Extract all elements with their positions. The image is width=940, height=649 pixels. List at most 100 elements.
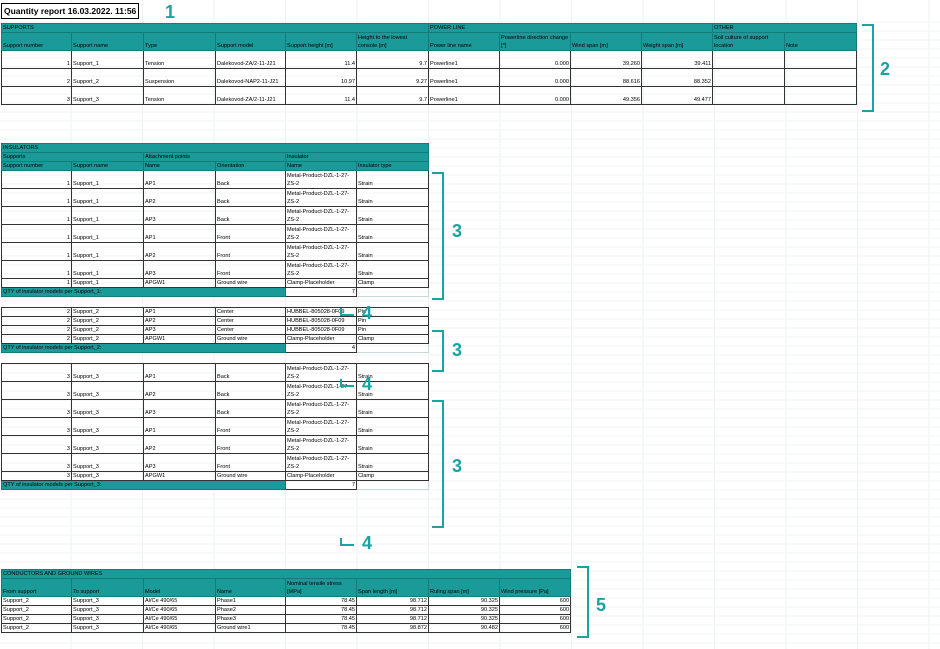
- table-cell[interactable]: 3: [1, 435, 72, 454]
- table-cell[interactable]: Clamp-Placeholder: [285, 471, 357, 481]
- table-cell[interactable]: Tension: [143, 50, 216, 69]
- table-cell[interactable]: Front: [215, 224, 286, 243]
- table-cell[interactable]: [784, 50, 858, 69]
- column-header[interactable]: Wind pressure [Pa]: [498, 578, 572, 597]
- table-cell[interactable]: 1: [1, 224, 72, 243]
- table-cell[interactable]: 3: [1, 417, 72, 436]
- table-row[interactable]: 3 Support_3 AP3 Back Metal-Product-DZL-1-27-…: [1, 399, 430, 418]
- table-row[interactable]: 3 Support_3 Tension Dalekovod-ZA/2-11-J21 11…: [1, 86, 858, 105]
- table-cell[interactable]: Support_1: [71, 50, 144, 69]
- table-cell[interactable]: Support_3: [71, 453, 144, 472]
- table-cell[interactable]: Strain: [355, 435, 430, 454]
- table-cell[interactable]: 90.325: [428, 605, 500, 615]
- table-cell[interactable]: Strain: [355, 417, 430, 436]
- column-header[interactable]: From support: [1, 578, 72, 597]
- table-cell[interactable]: Center: [215, 307, 286, 317]
- table-cell[interactable]: Powerline1: [428, 68, 501, 87]
- table-cell[interactable]: Front: [215, 242, 286, 261]
- table-row[interactable]: 1 Support_1 AP1 Back Metal-Product-DZL-1-27-…: [1, 170, 430, 189]
- table-cell[interactable]: Tension: [143, 86, 216, 105]
- table-cell[interactable]: [712, 50, 786, 69]
- table-row[interactable]: 1 Support_1 APGW1 Ground wire Clamp-Placehol…: [1, 278, 430, 288]
- table-cell[interactable]: Dalekovod-ZA/2-11-J21: [215, 86, 286, 105]
- table-cell[interactable]: 3: [1, 399, 72, 418]
- table-cell[interactable]: Support_3: [71, 471, 144, 481]
- table-cell[interactable]: 78.45: [285, 614, 357, 624]
- table-cell[interactable]: Support_2: [71, 334, 144, 344]
- table-cell[interactable]: Support_3: [71, 399, 144, 418]
- table-cell[interactable]: 98.712: [356, 596, 429, 606]
- table-cell[interactable]: Support_3: [71, 596, 144, 606]
- table-cell[interactable]: Al/Ce 490/65: [143, 605, 216, 615]
- table-cell[interactable]: Metal-Product-DZL-1-27-ZS-2: [285, 188, 357, 207]
- column-header[interactable]: Powerline direction change [°]: [499, 32, 572, 51]
- table-cell[interactable]: 2: [1, 316, 72, 326]
- table-row[interactable]: 3 Support_3 AP2 Front Metal-Product-DZL-1-27…: [1, 435, 430, 454]
- table-cell[interactable]: Metal-Product-DZL-1-27-ZS-2: [285, 399, 357, 418]
- table-cell[interactable]: Clamp: [355, 471, 430, 481]
- table-cell[interactable]: Metal-Product-DZL-1-27-ZS-2: [285, 435, 357, 454]
- table-cell[interactable]: Support_2: [1, 623, 72, 633]
- table-cell[interactable]: Support_1: [71, 170, 144, 189]
- table-row[interactable]: Support_2 Support_3 Al/Ce 490/65 Phase3 78.4…: [1, 614, 572, 624]
- table-cell[interactable]: AP2: [143, 435, 216, 454]
- table-cell[interactable]: Support_3: [71, 363, 144, 382]
- table-cell[interactable]: APGW1: [143, 278, 216, 288]
- table-cell[interactable]: 1: [1, 278, 72, 288]
- column-header[interactable]: Insulator type: [355, 161, 430, 171]
- table-cell[interactable]: Ground wire: [215, 278, 286, 288]
- table-row[interactable]: Support_2 Support_3 Al/Ce 490/65 Phase2 78.4…: [1, 605, 572, 615]
- table-cell[interactable]: Ground wire1: [215, 623, 286, 633]
- table-cell[interactable]: Strain: [355, 188, 430, 207]
- table-cell[interactable]: Dalekovod-NAP2-11-J21: [215, 68, 286, 87]
- table-cell[interactable]: AP1: [143, 307, 216, 317]
- table-cell[interactable]: Strain: [355, 170, 430, 189]
- table-cell[interactable]: Clamp-Placeholder: [285, 334, 357, 344]
- table-cell[interactable]: Pin: [355, 325, 430, 335]
- table-cell[interactable]: Support_3: [71, 623, 144, 633]
- column-header[interactable]: Ruling span [m]: [428, 578, 500, 597]
- table-cell[interactable]: AP1: [143, 363, 216, 382]
- table-cell[interactable]: 3: [1, 363, 72, 382]
- table-cell[interactable]: 2: [1, 68, 72, 87]
- column-header[interactable]: To support: [71, 578, 144, 597]
- column-header[interactable]: Orientation: [215, 161, 286, 171]
- table-row[interactable]: 1 Support_1 AP2 Front Metal-Product-DZL-1-27…: [1, 242, 430, 261]
- table-cell[interactable]: 11.4: [285, 86, 357, 105]
- table-cell[interactable]: 11.4: [285, 50, 357, 69]
- table-cell[interactable]: 1: [1, 206, 72, 225]
- table-cell[interactable]: Metal-Product-DZL-1-27-ZS-2: [285, 453, 357, 472]
- table-cell[interactable]: Support_2: [1, 614, 72, 624]
- table-cell[interactable]: Support_1: [71, 224, 144, 243]
- table-cell[interactable]: 3: [1, 453, 72, 472]
- table-cell[interactable]: Support_2: [71, 307, 144, 317]
- table-cell[interactable]: Metal-Product-DZL-1-27-ZS-2: [285, 242, 357, 261]
- table-cell[interactable]: 600: [498, 596, 572, 606]
- table-cell[interactable]: Clamp: [355, 334, 430, 344]
- table-cell[interactable]: Back: [215, 206, 286, 225]
- table-cell[interactable]: Front: [215, 417, 286, 436]
- qty-value[interactable]: 7: [285, 480, 357, 490]
- table-cell[interactable]: Strain: [355, 206, 430, 225]
- table-row[interactable]: 2 Support_2 Suspension Dalekovod-NAP2-11-J2…: [1, 68, 858, 87]
- table-cell[interactable]: Ground wire: [215, 471, 286, 481]
- table-row[interactable]: 1 Support_1 Tension Dalekovod-ZA/2-11-J21 11…: [1, 50, 858, 69]
- column-header[interactable]: Support height [m]: [285, 32, 357, 51]
- table-cell[interactable]: AP3: [143, 325, 216, 335]
- table-cell[interactable]: 1: [1, 260, 72, 279]
- table-row[interactable]: 3 Support_3 AP3 Front Metal-Product-DZL-1-27…: [1, 453, 430, 472]
- table-row[interactable]: 1 Support_1 AP2 Back Metal-Product-DZL-1-27-…: [1, 188, 430, 207]
- table-cell[interactable]: Phase1: [215, 596, 286, 606]
- table-cell[interactable]: 9.7: [355, 86, 430, 105]
- table-cell[interactable]: Support_1: [71, 242, 144, 261]
- column-header[interactable]: Note: [784, 32, 858, 51]
- column-header[interactable]: Power line name: [428, 32, 501, 51]
- column-header[interactable]: Support name: [71, 32, 144, 51]
- table-cell[interactable]: Back: [215, 188, 286, 207]
- table-cell[interactable]: Strain: [355, 399, 430, 418]
- table-cell[interactable]: 90.325: [428, 596, 500, 606]
- table-row[interactable]: Support_2 Support_3 Al/Ce 490/65 Ground wir…: [1, 623, 572, 633]
- table-row[interactable]: 2 Support_2 APGW1 Ground wire Clamp-Placehol…: [1, 334, 430, 344]
- table-cell[interactable]: 3: [1, 86, 72, 105]
- column-header[interactable]: Wind span [m]: [570, 32, 643, 51]
